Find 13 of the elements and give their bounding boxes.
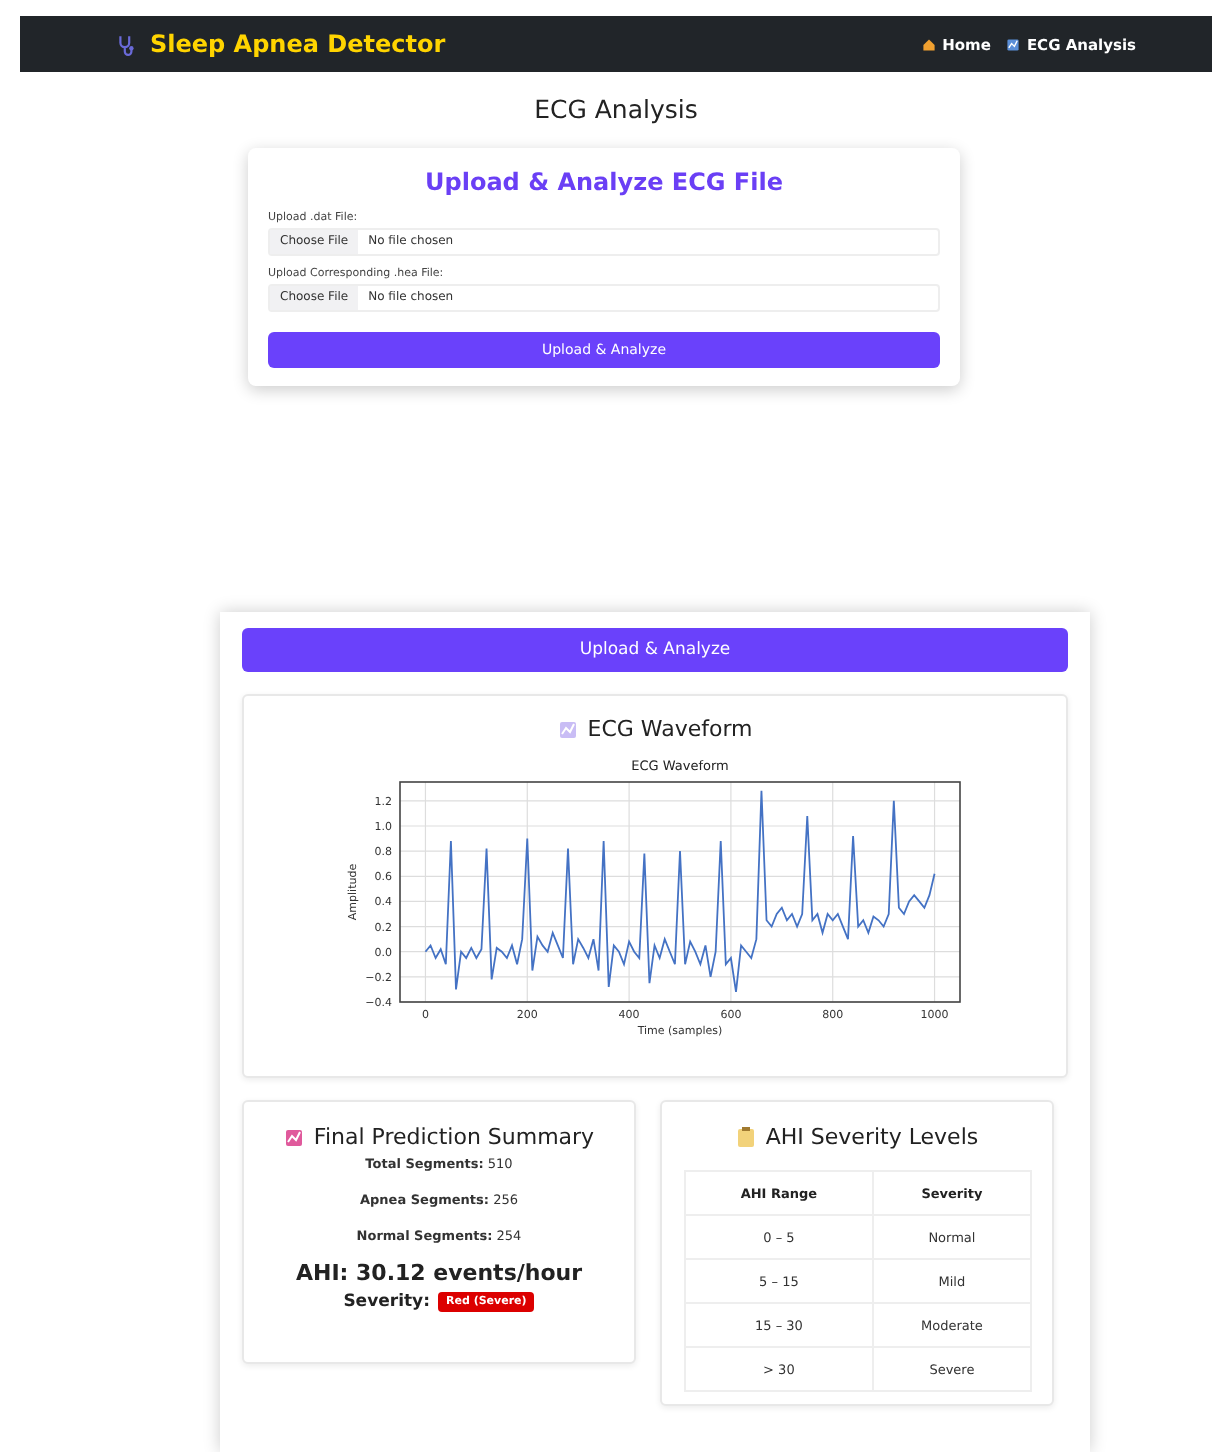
stethoscope-icon (116, 33, 138, 55)
card-title: AHI Severity Levels (765, 1124, 979, 1150)
ahi-value: AHI: 30.12 events/hour (295, 1260, 583, 1286)
house-icon (922, 37, 937, 51)
card-title: Final Prediction Summary (313, 1124, 595, 1150)
line-chart-icon (557, 719, 578, 739)
page-title: ECG Analysis (532, 94, 700, 124)
severity-label: Severity: (343, 1292, 430, 1312)
card-title: ECG Waveform (587, 716, 753, 742)
card-title: Upload & Analyze ECG File (423, 168, 785, 196)
brand-title: Sleep Apnea Detector (150, 30, 446, 58)
clipboard-icon (735, 1126, 756, 1148)
upload-button[interactable]: Upload & Analyze (242, 628, 1068, 672)
